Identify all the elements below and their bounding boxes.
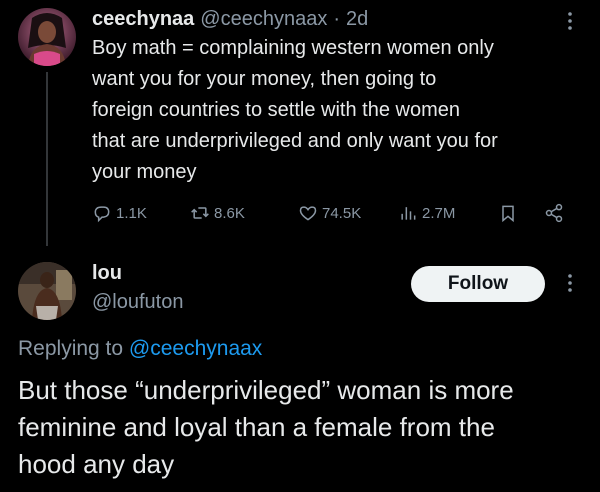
follow-button[interactable]: Follow (411, 266, 545, 302)
repost-icon (191, 207, 209, 219)
more-icon[interactable] (566, 272, 574, 294)
reply-count: 1.1K (116, 204, 147, 222)
action-bar: 1.1K 8.6K 74.5K 2.7M (92, 201, 582, 227)
header-separator: · (333, 8, 341, 30)
bookmark-button[interactable] (498, 203, 518, 223)
tweet-text-line: your money (92, 161, 197, 183)
heart-icon (299, 206, 317, 221)
like-count: 74.5K (322, 204, 362, 222)
views-button[interactable]: 2.7M (398, 203, 455, 223)
replying-handle-link[interactable]: @ceechynaax (129, 337, 262, 360)
tweet-text-line: that are underprivileged and only want y… (92, 130, 498, 152)
ceechynaa-avatar[interactable] (18, 8, 76, 66)
reply-text-line: feminine and loyal than a female from th… (18, 412, 495, 442)
replying-prefix: Replying to (18, 337, 124, 360)
reply-text: But those “underprivileged” woman is mor… (18, 372, 588, 483)
share-icon (545, 203, 563, 223)
share-button[interactable] (544, 203, 564, 223)
author-handle[interactable]: @ceechynaax (200, 8, 327, 31)
replying-to: Replying to @ceechynaax (18, 337, 262, 361)
tweet-text-line: Boy math = complaining western women onl… (92, 37, 494, 59)
thread-line (46, 72, 48, 246)
bookmark-icon (502, 205, 514, 223)
tweet-text-line: foreign countries to settle with the wom… (92, 99, 460, 121)
like-button[interactable]: 74.5K (298, 203, 361, 223)
more-icon[interactable] (566, 10, 574, 32)
reply-text-line: But those “underprivileged” woman is mor… (18, 375, 514, 405)
author-name[interactable]: ceechynaa (92, 8, 194, 31)
tweet-time[interactable]: 2d (346, 8, 368, 31)
lou-avatar[interactable] (18, 262, 76, 320)
reply-icon (94, 206, 110, 223)
reply-author-handle[interactable]: @loufuton (92, 291, 183, 314)
repost-button[interactable]: 8.6K (190, 203, 245, 223)
tweet-text: Boy math = complaining western women onl… (92, 33, 592, 188)
repost-count: 8.6K (214, 204, 245, 222)
views-count: 2.7M (422, 204, 456, 222)
tweet-text-line: want you for your money, then going to (92, 68, 437, 90)
reply-button[interactable]: 1.1K (92, 203, 147, 223)
views-icon (401, 207, 416, 220)
tweet-header: ceechynaa @ceechynaax · 2d (92, 8, 368, 31)
reply-author-name[interactable]: lou (92, 262, 122, 285)
reply-text-line: hood any day (18, 449, 175, 479)
